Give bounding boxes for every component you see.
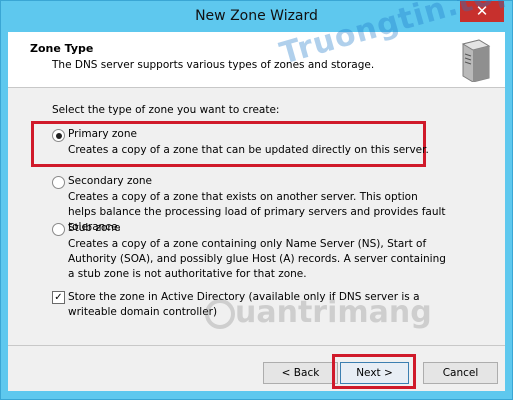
next-button[interactable]: Next > [340, 362, 409, 384]
title-bar[interactable]: New Zone Wizard ✕ [1, 1, 512, 32]
cancel-button[interactable]: Cancel [423, 362, 498, 384]
page-subtitle: The DNS server supports various types of… [52, 59, 375, 71]
server-icon [461, 39, 491, 82]
stub-zone-description: Creates a copy of a zone containing only… [68, 238, 446, 280]
primary-zone-description: Creates a copy of a zone that can be upd… [68, 144, 429, 156]
window-title: New Zone Wizard [195, 8, 318, 24]
secondary-zone-description: Creates a copy of a zone that exists on … [68, 191, 446, 233]
stub-zone-label: Stub zone [68, 222, 121, 234]
close-button[interactable]: ✕ [460, 1, 504, 22]
store-in-ad-checkbox[interactable]: ✓ [52, 291, 65, 304]
secondary-zone-radio[interactable] [52, 176, 65, 189]
back-button[interactable]: < Back [263, 362, 338, 384]
page-title: Zone Type [30, 42, 94, 55]
secondary-zone-label: Secondary zone [68, 175, 152, 187]
wizard-header: Zone Type The DNS server supports variou… [8, 0, 513, 88]
store-in-ad-label: Store the zone in Active Directory (avai… [68, 291, 420, 318]
wizard-client: Zone Type The DNS server supports variou… [8, 0, 513, 391]
primary-zone-label: Primary zone [68, 128, 137, 140]
footer-divider [8, 345, 505, 346]
wizard-window: New Zone Wizard ✕ Zone Type The DNS serv… [0, 0, 513, 400]
stub-zone-radio[interactable] [52, 223, 65, 236]
primary-zone-radio[interactable] [52, 129, 65, 142]
zone-type-prompt: Select the type of zone you want to crea… [52, 104, 280, 116]
